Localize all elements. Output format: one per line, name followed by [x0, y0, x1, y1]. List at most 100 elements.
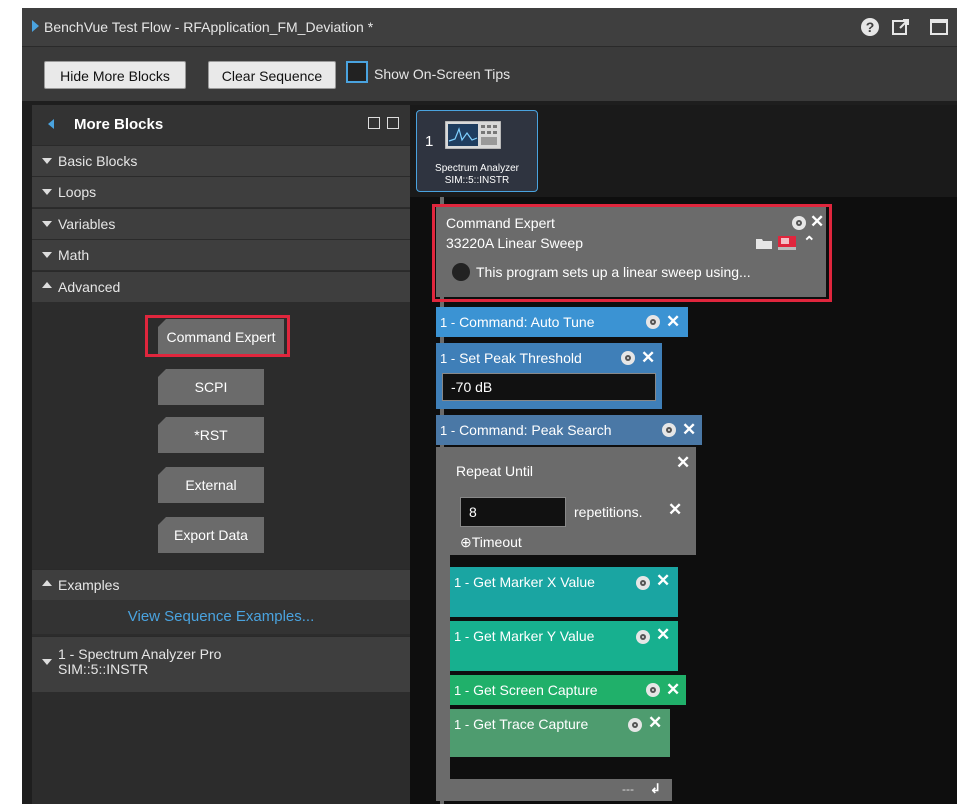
category-variables[interactable]: Variables [32, 208, 410, 239]
device-name: Spectrum Analyzer [435, 163, 519, 174]
close-icon[interactable]: ✕ [648, 711, 662, 735]
rst-block[interactable]: *RST [158, 417, 264, 453]
block-label: Get Trace Capture [473, 716, 589, 732]
instrument-address: SIM::5::INSTR [58, 661, 149, 677]
block-label: Command: Peak Search [459, 422, 612, 438]
hide-more-blocks-button[interactable]: Hide More Blocks [44, 61, 186, 89]
more-blocks-panel: More Blocks Basic Blocks Loops Variables… [32, 105, 410, 804]
panel-title: More Blocks [74, 116, 164, 133]
block-index: 1 - [454, 575, 470, 590]
expand-arrow-icon[interactable] [32, 20, 39, 32]
close-icon[interactable]: ✕ [668, 500, 682, 520]
gear-icon[interactable] [646, 683, 660, 697]
get-screen-capture-block[interactable]: 1 - Get Screen Capture ✕ [450, 675, 686, 705]
block-label: Get Marker X Value [473, 574, 595, 590]
instrument-name: 1 - Spectrum Analyzer Pro [58, 646, 222, 662]
get-trace-capture-block[interactable]: 1 - Get Trace Capture ✕ [450, 709, 670, 757]
repetitions-label: repetitions. [574, 504, 643, 520]
close-icon[interactable]: ✕ [656, 623, 670, 647]
category-label: Basic Blocks [58, 153, 138, 169]
device-tile-spectrum-analyzer[interactable]: 1 Spectrum Analyzer SIM::5::INSTR [416, 110, 538, 192]
gear-icon[interactable] [636, 630, 650, 644]
block-index: 1 - [454, 683, 470, 698]
category-instrument[interactable]: 1 - Spectrum Analyzer Pro SIM::5::INSTR [32, 636, 410, 692]
chevron-down-icon [42, 158, 52, 164]
category-label: Math [58, 247, 90, 263]
category-advanced[interactable]: Advanced [32, 271, 410, 302]
close-icon[interactable]: ✕ [641, 343, 655, 373]
block-label: Set Peak Threshold [459, 350, 582, 366]
block-label: Get Screen Capture [473, 682, 598, 698]
close-icon[interactable]: ✕ [682, 415, 696, 445]
repetitions-input[interactable]: 8 [460, 497, 566, 527]
benchvue-window: BenchVue Test Flow - RFApplication_FM_De… [22, 8, 957, 804]
category-label: Examples [58, 577, 120, 593]
get-marker-y-block[interactable]: 1 - Get Marker Y Value ✕ [450, 621, 678, 671]
category-basic-blocks[interactable]: Basic Blocks [32, 145, 410, 176]
category-math[interactable]: Math [32, 239, 410, 270]
chevron-up-icon [42, 282, 52, 288]
close-icon[interactable]: ✕ [666, 675, 680, 705]
title-bar: BenchVue Test Flow - RFApplication_FM_De… [22, 8, 957, 47]
toolbar: Hide More Blocks Clear Sequence Show On-… [22, 47, 957, 101]
clear-sequence-button[interactable]: Clear Sequence [208, 61, 336, 89]
chevron-down-icon [42, 659, 52, 665]
return-arrow-icon: ↲ [650, 781, 661, 796]
category-examples[interactable]: Examples [32, 569, 410, 600]
category-label: Variables [58, 216, 116, 232]
add-timeout-button[interactable]: ⊕Timeout [460, 534, 522, 551]
category-label: Advanced [58, 279, 121, 295]
popout-icon[interactable] [890, 16, 912, 38]
block-index: 1 - [440, 351, 456, 366]
sequence-canvas: Command Expert 33220A Linear Sweep ✕ ⌃ T… [410, 197, 957, 804]
chevron-down-icon [42, 252, 52, 258]
gear-icon[interactable] [662, 423, 676, 437]
command-expert-highlight [145, 315, 290, 357]
loop-footer-label: --- [622, 782, 634, 796]
chevron-up-icon [42, 580, 52, 586]
more-blocks-header: More Blocks [32, 105, 410, 145]
device-address: SIM::5::INSTR [444, 175, 510, 186]
get-marker-x-block[interactable]: 1 - Get Marker X Value ✕ [450, 567, 678, 617]
sequence-area: 1 Spectrum Analyzer SIM::5::INSTR Comman… [410, 105, 957, 804]
gear-icon[interactable] [628, 718, 642, 732]
peak-search-block[interactable]: 1 - Command: Peak Search ✕ [436, 415, 702, 445]
export-data-block[interactable]: Export Data [158, 517, 264, 553]
device-number: 1 [425, 133, 434, 150]
category-label: Loops [58, 184, 97, 200]
repeat-until-block[interactable]: Repeat Until ✕ 8 repetitions. ✕ ⊕Timeout [436, 447, 696, 555]
category-loops[interactable]: Loops [32, 176, 410, 207]
spectrum-analyzer-icon [445, 121, 501, 149]
show-tips-checkbox[interactable] [346, 61, 368, 83]
scpi-block[interactable]: SCPI [158, 369, 264, 405]
svg-text:?: ? [866, 19, 875, 35]
command-expert-sequence-highlight [432, 204, 832, 302]
block-index: 1 - [454, 717, 470, 732]
expand-all-icon[interactable] [387, 117, 399, 129]
view-sequence-examples-link[interactable]: View Sequence Examples... [32, 600, 410, 634]
block-index: 1 - [454, 629, 470, 644]
auto-tune-block[interactable]: 1 - Command: Auto Tune ✕ [436, 307, 688, 337]
device-label: Spectrum Analyzer SIM::5::INSTR [417, 163, 537, 187]
block-label: Get Marker Y Value [473, 628, 595, 644]
maximize-icon[interactable] [928, 16, 950, 38]
block-index: 1 - [440, 423, 456, 438]
block-index: 1 - [440, 315, 456, 330]
window-title: BenchVue Test Flow - RFApplication_FM_De… [44, 19, 374, 35]
close-icon[interactable]: ✕ [676, 453, 690, 473]
collapse-arrow-icon[interactable] [48, 119, 54, 129]
close-icon[interactable]: ✕ [666, 307, 680, 337]
gear-icon[interactable] [636, 576, 650, 590]
show-tips-label: Show On-Screen Tips [374, 66, 511, 82]
collapse-all-icon[interactable] [368, 117, 380, 129]
external-block[interactable]: External [158, 467, 264, 503]
block-label: Command: Auto Tune [459, 314, 595, 330]
help-icon[interactable]: ? [859, 16, 881, 38]
chevron-down-icon [42, 189, 52, 195]
gear-icon[interactable] [621, 351, 635, 365]
chevron-down-icon [42, 221, 52, 227]
repeat-until-title: Repeat Until [456, 463, 534, 479]
peak-threshold-input[interactable]: -70 dB [442, 373, 656, 401]
gear-icon[interactable] [646, 315, 660, 329]
close-icon[interactable]: ✕ [656, 569, 670, 593]
